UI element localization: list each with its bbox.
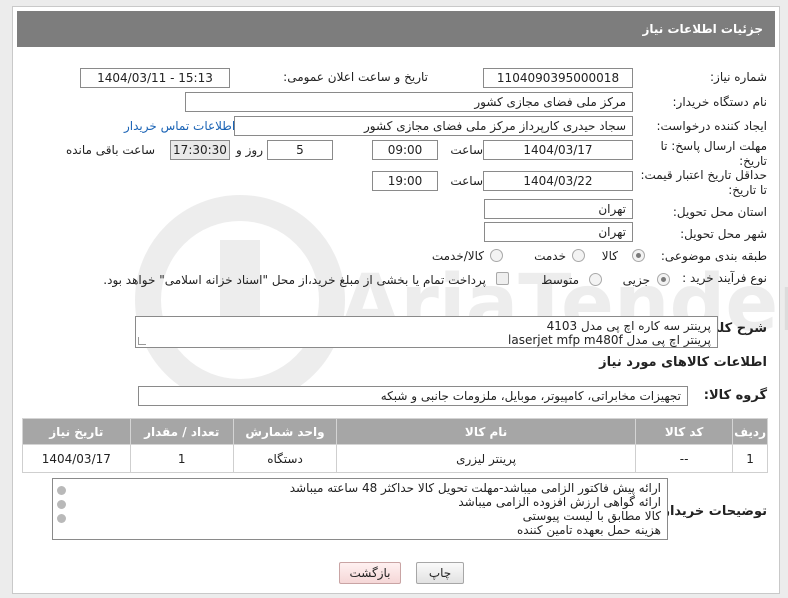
announce-date-label: تاریخ و ساعت اعلان عمومی:: [283, 70, 428, 84]
buyer-note-line-3: کالا مطابق با لیست پیوستی: [522, 509, 661, 523]
buyer-note-line-2: ارائه گواهی ارزش افزوده الزامی میباشد: [458, 495, 661, 509]
table-row[interactable]: 1 -- پرینتر لیزری دستگاه 1 1404/03/17: [22, 444, 768, 473]
validity-time-field[interactable]: 19:00: [372, 171, 438, 191]
validity-date-field[interactable]: 1404/03/22: [483, 171, 633, 191]
cell-need-date: 1404/03/17: [22, 444, 131, 473]
need-number-label: شماره نیاز:: [710, 70, 767, 84]
process-radio-minor[interactable]: [657, 273, 670, 286]
category-label: طبقه بندی موضوعی:: [660, 249, 767, 263]
creator-field[interactable]: سجاد حیدری کارپرداز مرکز ملی فضای مجازی …: [234, 116, 633, 136]
col-header-quantity: تعداد / مقدار: [129, 418, 234, 445]
process-option-minor: جزیی: [622, 273, 650, 287]
goods-group-field[interactable]: تجهیزات مخابراتی، کامپیوتر، موبایل، ملزو…: [138, 386, 688, 406]
reply-deadline-label-date: تاریخ:: [739, 154, 767, 168]
cell-unit: دستگاه: [232, 444, 338, 473]
col-header-need-date: تاریخ نیاز: [22, 418, 131, 445]
remaining-time-label: ساعت باقی مانده: [65, 143, 155, 157]
category-radio-service[interactable]: [572, 249, 585, 262]
category-radio-goods-service[interactable]: [490, 249, 503, 262]
buyer-org-field[interactable]: مرکز ملی فضای مجازی کشور: [185, 92, 633, 112]
goods-table: ردیف کد کالا نام کالا واحد شمارش تعداد /…: [22, 418, 768, 473]
days-remaining-field[interactable]: 5: [267, 140, 333, 160]
col-header-row: ردیف: [732, 418, 768, 445]
goods-info-title: اطلاعات کالاهای مورد نیاز: [599, 355, 767, 370]
buyer-notes-textarea[interactable]: ارائه پیش فاکتور الزامی میباشد-مهلت تحوی…: [52, 478, 668, 540]
treasury-payment-checkbox[interactable]: [496, 272, 509, 285]
buyer-notes-label: توضیحات خریدار:: [657, 504, 767, 519]
description-line-2: پرینتر اچ پی مدل laserjet mfp m480f: [508, 333, 711, 347]
col-header-code: کد کالا: [635, 418, 734, 445]
province-label: استان محل تحویل:: [672, 205, 767, 219]
cell-row-number: 1: [732, 444, 768, 473]
cell-code: --: [635, 444, 734, 473]
creator-label: ایجاد کننده درخواست:: [656, 119, 767, 133]
description-textarea[interactable]: پرینتر سه کاره اچ پی مدل 4103 پرینتر اچ …: [135, 316, 718, 348]
price-validity-label-date: تا تاریخ:: [728, 183, 767, 197]
category-option-service: خدمت: [534, 249, 566, 263]
col-header-name: نام کالا: [336, 418, 637, 445]
buyer-org-label: نام دستگاه خریدار:: [672, 95, 768, 109]
process-option-medium: متوسط: [541, 273, 579, 287]
scroll-up-icon[interactable]: [57, 486, 66, 495]
buyer-contact-link[interactable]: اطلاعات تماس خریدار: [124, 119, 235, 133]
col-header-unit: واحد شمارش: [232, 418, 338, 445]
process-radio-medium[interactable]: [589, 273, 602, 286]
goods-group-label: گروه کالا:: [703, 388, 767, 403]
buyer-note-line-4: هزینه حمل بعهده تامین کننده: [516, 523, 661, 537]
back-button[interactable]: بازگشت: [339, 562, 401, 584]
reply-time-label: ساعت: [450, 143, 483, 157]
category-option-goods: کالا: [601, 249, 618, 263]
treasury-payment-note: پرداخت تمام یا بخشی از مبلغ خرید،از محل …: [103, 273, 486, 287]
goods-table-header: ردیف کد کالا نام کالا واحد شمارش تعداد /…: [22, 418, 768, 445]
scroll-down-icon[interactable]: [57, 514, 66, 523]
province-field[interactable]: تهران: [484, 199, 633, 219]
city-field[interactable]: تهران: [484, 222, 633, 242]
reply-date-field[interactable]: 1404/03/17: [483, 140, 633, 160]
reply-time-field[interactable]: 09:00: [372, 140, 438, 160]
price-validity-label: حداقل تاریخ اعتبار قیمت:: [640, 168, 767, 182]
process-type-label: نوع فرآیند خرید :: [682, 271, 767, 285]
need-number-field[interactable]: 1104090395000018: [483, 68, 633, 88]
print-button[interactable]: چاپ: [416, 562, 464, 584]
remaining-time-field[interactable]: 17:30:30: [170, 140, 230, 160]
page-title: جزئیات اطلاعات نیاز: [17, 11, 775, 47]
cell-quantity: 1: [129, 444, 234, 473]
scroll-thumb-icon[interactable]: [57, 500, 66, 509]
cell-name: پرینتر لیزری: [336, 444, 637, 473]
buyer-note-line-1: ارائه پیش فاکتور الزامی میباشد-مهلت تحوی…: [289, 481, 661, 495]
category-option-goods-service: کالا/خدمت: [431, 249, 484, 263]
category-radio-goods[interactable]: [632, 249, 645, 262]
city-label: شهر محل تحویل:: [680, 227, 767, 241]
validity-time-label: ساعت: [450, 174, 483, 188]
resize-handle-icon[interactable]: [138, 337, 146, 345]
description-line-1: پرینتر سه کاره اچ پی مدل 4103: [546, 319, 711, 333]
reply-deadline-label: مهلت ارسال پاسخ: تا: [660, 139, 767, 153]
days-label: روز و: [236, 143, 263, 157]
announce-date-field[interactable]: 1404/03/11 - 15:13: [80, 68, 230, 88]
